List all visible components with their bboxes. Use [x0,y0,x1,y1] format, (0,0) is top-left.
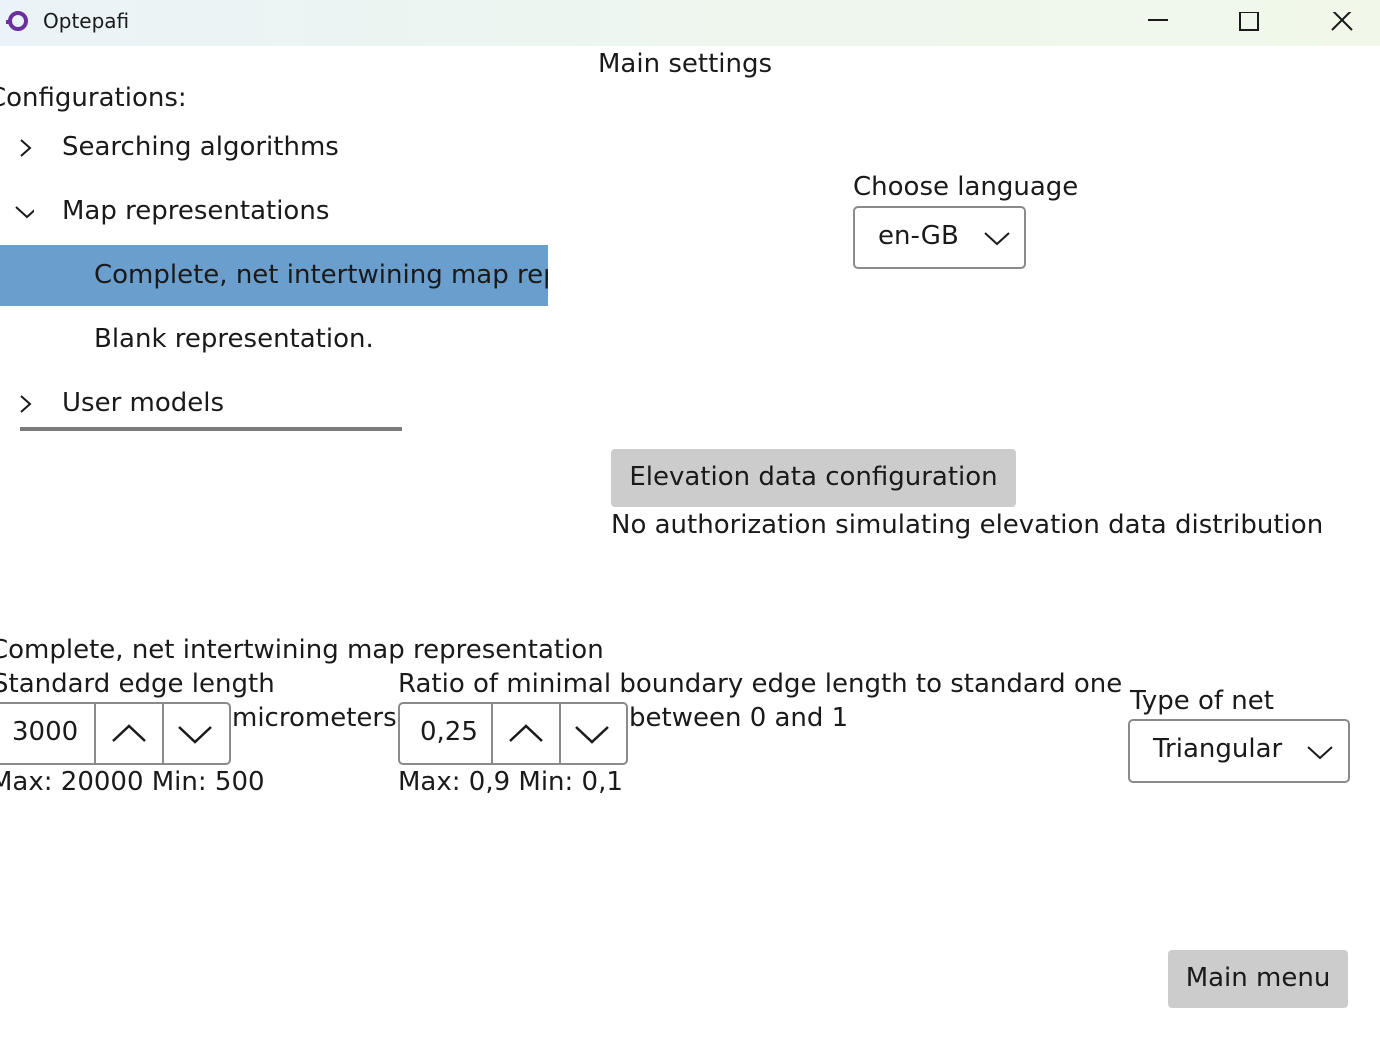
net-type-label: Type of net [1130,686,1274,716]
maximize-button[interactable] [1226,0,1272,46]
representation-title: Complete, net intertwining map represent… [0,635,604,665]
language-label: Choose language [853,172,1079,202]
page-title: Main settings [598,49,773,79]
edge-length-stepper[interactable]: 3000 [0,702,231,765]
tree-item-label: Blank representation. [94,324,374,354]
edge-length-decrement-button[interactable] [164,704,230,763]
close-button[interactable] [1319,0,1365,46]
ratio-decrement-button[interactable] [561,704,627,763]
chevron-down-icon [575,726,609,744]
chevron-up-icon [509,724,543,742]
tree-item-label: Searching algorithms [62,132,339,162]
edge-length-increment-button[interactable] [96,704,162,763]
chevron-down-icon [178,726,212,744]
ratio-label: Ratio of minimal boundary edge length to… [398,669,1123,699]
ratio-hint: between 0 and 1 [629,703,849,733]
edge-length-limits: Max: 20000 Min: 500 [0,767,265,797]
tree-item-complete-net-selected[interactable]: Complete, net intertwining map represent… [0,245,548,306]
chevron-down-icon [1307,746,1333,760]
window-title: Optepafi [43,9,130,33]
chevron-right-icon[interactable] [16,138,36,158]
edge-length-unit: micrometers [232,703,397,733]
tree-item-label: Complete, net intertwining map represent… [94,260,548,290]
net-type-dropdown[interactable]: Triangular [1128,719,1350,783]
language-selected-value: en-GB [878,221,959,251]
chevron-up-icon [112,724,146,742]
configurations-label: Configurations: [0,83,187,113]
tree-scroll-underline [20,427,402,431]
tree-item-label: Map representations [62,196,330,226]
chevron-down-icon [984,232,1010,246]
elevation-config-button[interactable]: Elevation data configuration [611,449,1016,507]
edge-length-value[interactable]: 3000 [12,717,78,747]
title-bar[interactable]: Optepafi [0,0,1380,46]
ratio-value[interactable]: 0,25 [420,717,478,747]
tree-item-label: User models [62,388,225,418]
chevron-right-icon[interactable] [16,394,36,414]
minimize-button[interactable] [1135,0,1181,46]
edge-length-label: Standard edge length [0,669,275,699]
close-icon [1331,12,1353,31]
elevation-status-text: No authorization simulating elevation da… [611,510,1324,540]
main-menu-button[interactable]: Main menu [1168,950,1348,1008]
app-logo-icon [6,10,28,32]
ratio-stepper[interactable]: 0,25 [398,702,628,765]
ratio-limits: Max: 0,9 Min: 0,1 [398,767,623,797]
ratio-increment-button[interactable] [493,704,559,763]
language-dropdown[interactable]: en-GB [853,206,1026,269]
maximize-icon [1239,12,1259,31]
chevron-down-icon[interactable] [14,202,34,222]
net-type-selected-value: Triangular [1153,734,1283,764]
minimize-icon [1148,19,1168,21]
